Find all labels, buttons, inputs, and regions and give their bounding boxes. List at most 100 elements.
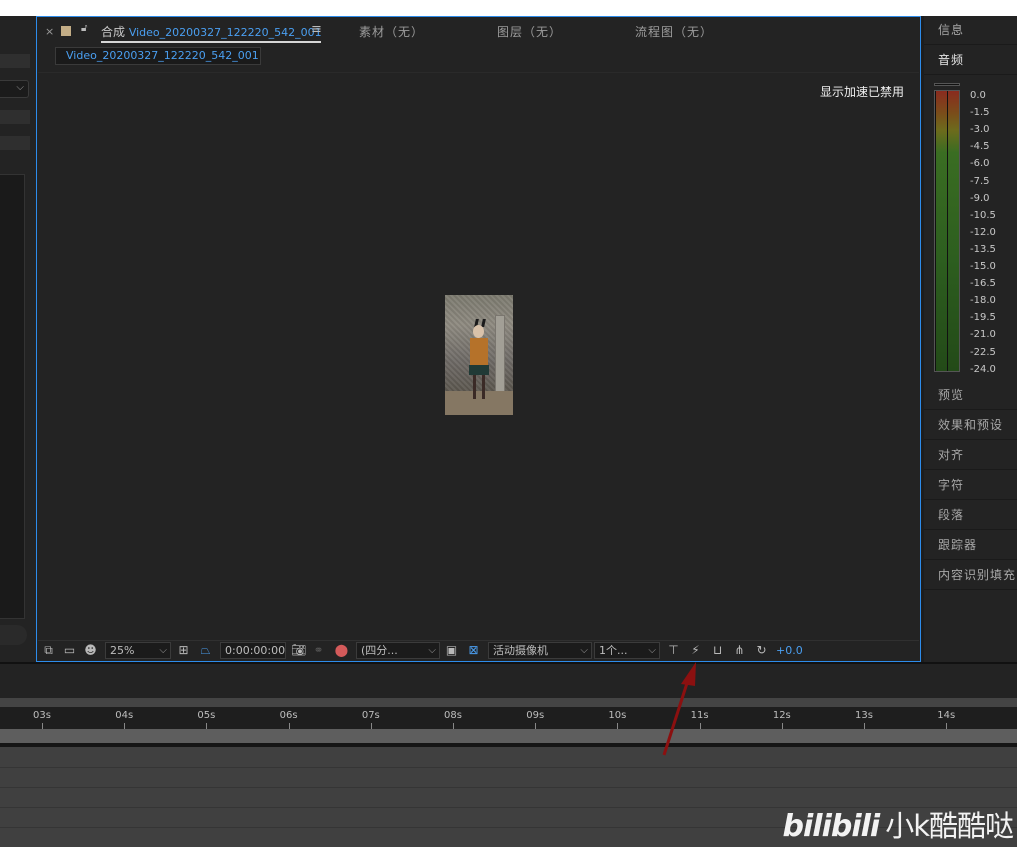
views-dropdown[interactable]: 1个... ⌵ <box>594 642 660 659</box>
panel-paragraph[interactable]: 段落 <box>924 501 1017 530</box>
panel-character[interactable]: 字符 <box>924 471 1017 500</box>
chevron-down-icon: ⌵ <box>428 645 436 656</box>
audio-scale-label: -1.5 <box>970 107 990 119</box>
project-panel-bar <box>0 136 30 150</box>
exposure-value[interactable]: +0.0 <box>776 644 803 657</box>
lock-icon[interactable]: 🔓︎ <box>81 23 87 34</box>
audio-meter-area: 0.0 -1.5 -3.0 -4.5 -6.0 -7.5 -9.0 -10.5 -12.0 -13… <box>924 78 1017 382</box>
tab-footage[interactable]: 素材（无） <box>359 23 424 40</box>
project-item-list[interactable] <box>0 174 25 619</box>
frame-figure-head <box>473 325 484 338</box>
audio-scale-label: 0.0 <box>970 90 986 101</box>
audio-scale-label: -21.0 <box>970 329 996 341</box>
audio-meter-right-channel <box>948 91 959 371</box>
camera-value: 活动摄像机 <box>493 644 548 657</box>
audio-scale-label: -15.0 <box>970 261 996 272</box>
transparency-grid-icon[interactable]: ⏢ <box>198 643 213 658</box>
panel-audio[interactable]: 音频 <box>924 46 1017 75</box>
panel-menu-icon[interactable]: ≡ <box>311 22 322 37</box>
viewer-toolbar: ⧉ ▭ ☻ 25% ⌵ ⊞ ⏢ 0:00:00:00 📷︎ ⚭ ⬤ (四分... ⌵… <box>38 640 919 660</box>
time-ruler[interactable]: 03s 04s 05s 06s 07s 08s 09s 10s 11s 12s 13s 14s <box>0 707 1017 729</box>
tab-flowchart[interactable]: 流程图（无） <box>635 23 713 40</box>
chevron-down-icon: ⌵ <box>16 82 24 93</box>
uploader-handle: 小k酷酷哒 <box>885 809 1014 843</box>
project-panel: ⌵ <box>0 16 36 662</box>
chevron-down-icon: ⌵ <box>580 645 588 656</box>
right-panel-stack: 信息 音频 0.0 -1.5 -3.0 -4.5 -6.0 -7.5 -9.0 -10.5 -1… <box>924 16 1017 662</box>
always-preview-icon[interactable]: ⧉ <box>41 643 56 658</box>
panel-content-aware-fill[interactable]: 内容识别填充 <box>924 561 1017 590</box>
time-tick-label: 06s <box>279 710 298 721</box>
zoom-value: 25% <box>110 644 135 657</box>
frame-door <box>495 315 505 395</box>
track-divider <box>0 767 1017 768</box>
audio-scale-label: -19.5 <box>970 312 996 324</box>
work-area-bar[interactable] <box>0 729 1017 743</box>
label-color-swatch[interactable] <box>61 26 71 36</box>
close-icon[interactable]: × <box>45 25 54 38</box>
panel-tracker[interactable]: 跟踪器 <box>924 531 1017 560</box>
timeline-navigator[interactable] <box>0 698 1017 707</box>
audio-scale-label: -9.0 <box>970 192 990 204</box>
time-tick-label: 09s <box>526 710 545 721</box>
timeline-icon[interactable]: ⊔ <box>710 643 725 658</box>
audio-scale-label: -13.5 <box>970 243 996 255</box>
time-tick-label: 11s <box>690 710 709 721</box>
panel-effects-presets[interactable]: 效果和预设 <box>924 411 1017 440</box>
track-divider <box>0 787 1017 788</box>
resolution-dropdown[interactable]: (四分... ⌵ <box>356 642 440 659</box>
camera-icon[interactable]: 📷︎ <box>291 643 306 658</box>
region-of-interest-icon[interactable]: ▣ <box>444 643 459 658</box>
window-top-strip <box>0 0 1017 16</box>
project-panel-button[interactable] <box>0 625 27 645</box>
fast-previews-icon[interactable]: ⚡︎ <box>688 643 703 658</box>
panel-preview[interactable]: 预览 <box>924 381 1017 410</box>
audio-scale-label: -22.5 <box>970 346 996 358</box>
chevron-down-icon: ⌵ <box>159 645 167 656</box>
time-tick-label: 14s <box>937 710 956 721</box>
audio-meter-left-channel <box>936 91 947 371</box>
time-tick-label: 03s <box>33 710 51 721</box>
audio-level-meter <box>934 90 960 372</box>
time-tick-label: 12s <box>772 710 791 721</box>
timecode-field[interactable]: 0:00:00:00 <box>220 642 286 659</box>
reset-exposure-icon[interactable]: ↻ <box>754 643 769 658</box>
composition-navigator: Video_20200327_122220_542_001 <box>37 45 920 69</box>
safe-zones-icon[interactable]: ⊞ <box>176 643 191 658</box>
composition-breadcrumb[interactable]: Video_20200327_122220_542_001 <box>55 47 261 65</box>
time-tick-label: 07s <box>361 710 380 721</box>
chevron-down-icon: ⌵ <box>648 645 656 656</box>
tab-layer[interactable]: 图层（无） <box>497 23 562 40</box>
camera-dropdown[interactable]: 活动摄像机 ⌵ <box>488 642 592 659</box>
panel-align[interactable]: 对齐 <box>924 441 1017 470</box>
zoom-dropdown[interactable]: 25% ⌵ <box>105 642 171 659</box>
audio-scale-label: -12.0 <box>970 226 996 238</box>
timeline-header <box>0 662 1017 698</box>
time-tick-label: 13s <box>855 710 873 721</box>
panel-info[interactable]: 信息 <box>924 16 1017 45</box>
time-tick-label: 08s <box>444 710 462 721</box>
snapshot-icon[interactable]: ⚭ <box>311 643 326 658</box>
composition-tab-bar: × 🔓︎ 合成 Video_20200327_122220_542_001 ≡ … <box>37 17 920 45</box>
mask-icon[interactable]: ☻ <box>83 643 98 658</box>
flowchart-icon[interactable]: ⋔ <box>732 643 747 658</box>
audio-scale-label: -7.5 <box>970 175 990 187</box>
audio-scale-label: -3.0 <box>970 124 990 136</box>
color-channels-icon[interactable]: ⬤ <box>334 643 349 658</box>
time-tick-label: 10s <box>608 710 627 721</box>
project-dropdown[interactable]: ⌵ <box>0 80 29 98</box>
video-frame-preview[interactable] <box>445 295 513 415</box>
transparency-toggle-icon[interactable]: ⊠ <box>466 643 481 658</box>
audio-scale-label: -24.0 <box>970 363 996 375</box>
audio-scale-label: -16.5 <box>970 278 996 290</box>
project-panel-header <box>0 54 30 68</box>
audio-scale-label: -18.0 <box>970 295 996 307</box>
bilibili-logo: bilibili <box>782 809 881 844</box>
composition-viewer[interactable]: 显示加速已禁用 <box>38 72 919 638</box>
views-value: 1个... <box>599 644 628 657</box>
timecode-value: 0:00:00:00 <box>225 644 286 657</box>
tab-composition[interactable]: 合成 Video_20200327_122220_542_001 <box>101 23 322 40</box>
toggle-view-icon[interactable]: ⊤ <box>666 643 681 658</box>
time-tick-label: 05s <box>197 710 216 721</box>
monitor-icon[interactable]: ▭ <box>62 643 77 658</box>
